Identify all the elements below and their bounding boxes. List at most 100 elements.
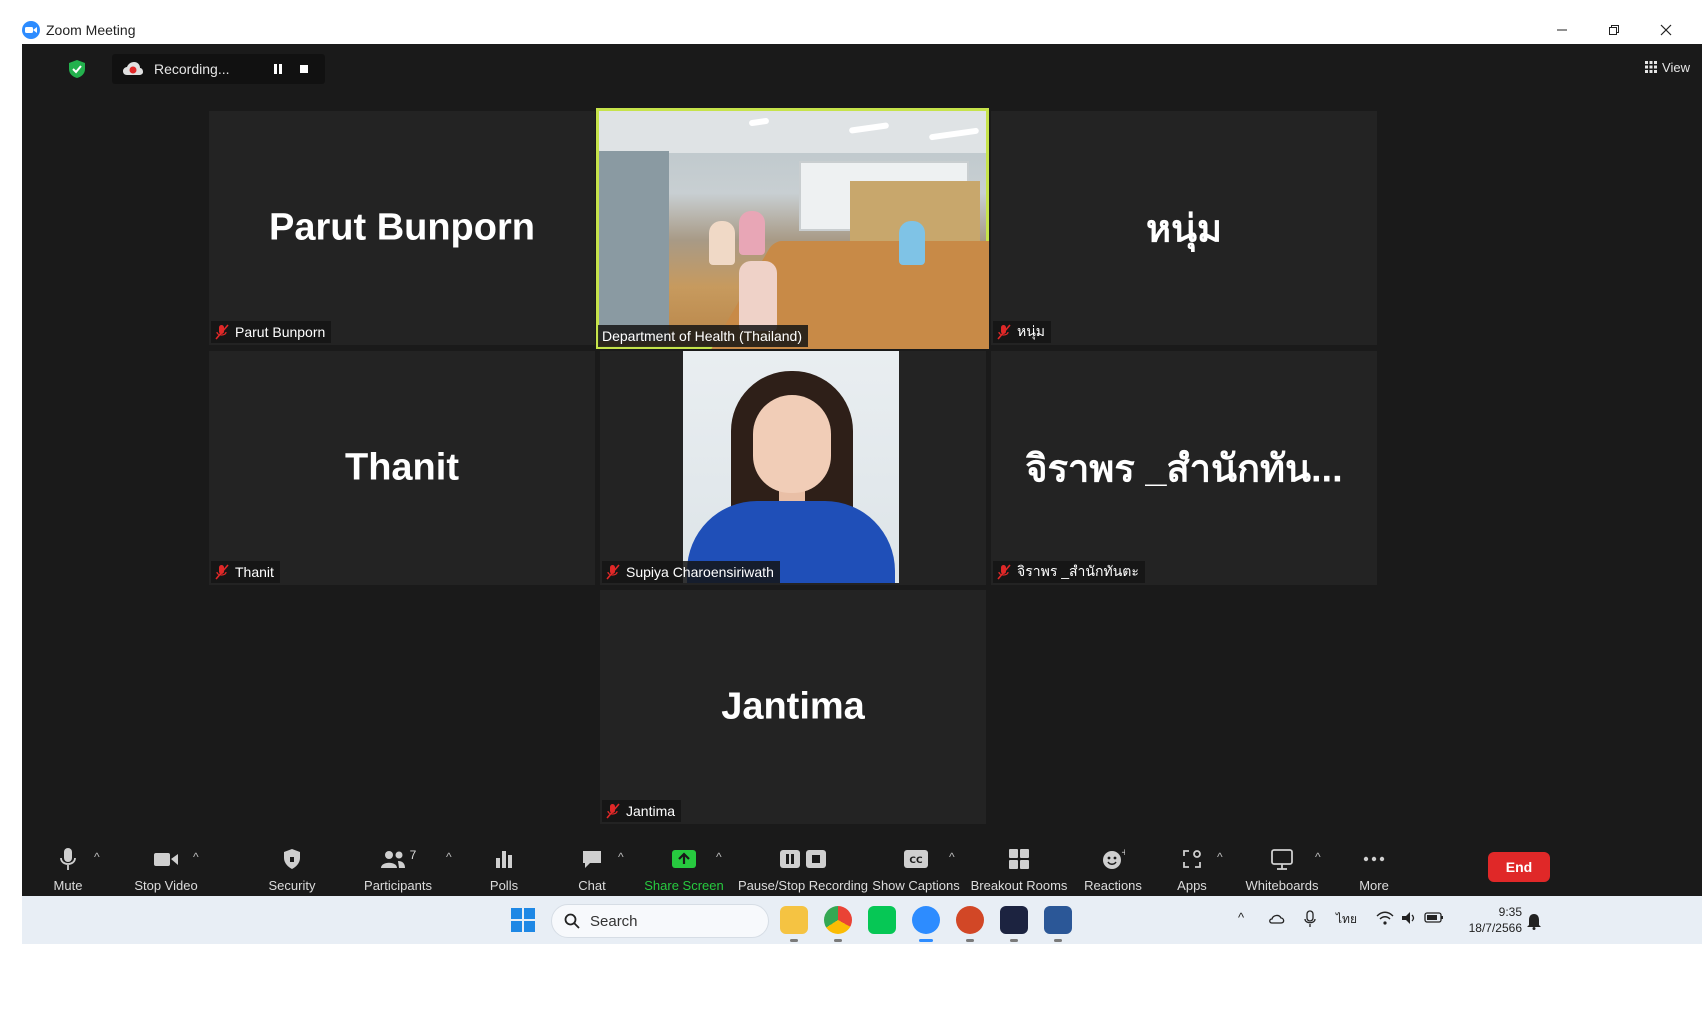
mic-muted-icon [606,803,620,819]
meeting-toolbar: Mute ^ Stop Video ^ Security 7 Participa… [22,836,1702,896]
more-button[interactable]: More [1354,836,1394,896]
participant-display-name: Thanit [345,446,459,489]
zoom-window: Zoom Meeting Recording... View Parut Bun… [0,0,1702,1024]
mute-button[interactable]: Mute [46,836,90,896]
participant-tile[interactable]: จิราพร _สำนักทัน... จิราพร _สำนักทันตะ [991,351,1377,585]
mic-muted-icon [606,564,620,580]
pause-recording-button[interactable] [267,58,289,80]
microphone-icon [60,848,76,870]
stop-recording-button[interactable] [293,58,315,80]
captions-options-chevron-icon[interactable]: ^ [949,850,955,864]
share-screen-button[interactable]: Share Screen [644,836,724,896]
participant-name-label: Supiya Charoensiriwath [626,564,774,580]
word-icon[interactable] [1044,906,1072,934]
polls-label: Polls [489,878,519,893]
video-camera-icon [154,853,178,866]
apps-options-chevron-icon[interactable]: ^ [1217,850,1223,864]
view-button[interactable]: View [1645,54,1690,80]
participant-tile[interactable]: หนุ่ม หนุ่ม [991,111,1377,345]
clock-time: 9:35 [1498,905,1522,919]
polls-button[interactable]: Polls [484,836,524,896]
whiteboards-button[interactable]: Whiteboards [1244,836,1320,896]
wifi-icon[interactable] [1376,910,1394,926]
participant-tile[interactable]: Supiya Charoensiriwath [600,351,986,585]
chrome-icon[interactable] [824,906,852,934]
file-explorer-icon[interactable] [780,906,808,934]
breakout-rooms-grid-icon [1009,849,1029,869]
participant-tile[interactable]: Thanit Thanit [209,351,595,585]
more-label: More [1359,878,1389,893]
svg-text:+: + [1121,848,1125,858]
participant-name-tag: Parut Bunporn [211,321,332,343]
participant-tile[interactable]: Parut Bunporn Parut Bunporn [209,111,595,345]
mic-muted-icon [997,324,1011,340]
participant-name-label: Department of Health (Thailand) [602,328,802,344]
input-language-indicator[interactable]: ไทย [1336,910,1357,929]
participant-name-tag: Department of Health (Thailand) [598,325,808,347]
grid-view-icon [1645,61,1658,73]
chat-label: Chat [578,878,606,893]
search-placeholder: Search [590,912,638,930]
whiteboards-options-chevron-icon[interactable]: ^ [1315,850,1321,864]
taskbar-search-box[interactable]: Search [551,904,769,938]
participant-name-label: Jantima [626,803,676,819]
close-button[interactable] [1640,16,1692,44]
pause-icon [274,64,283,74]
security-shield-icon [284,849,300,869]
audio-options-chevron-icon[interactable]: ^ [94,850,100,864]
close-icon [1660,24,1672,36]
share-options-chevron-icon[interactable]: ^ [716,850,722,864]
security-button[interactable]: Security [260,836,324,896]
tray-overflow-chevron-icon[interactable]: ^ [1238,910,1244,925]
svg-text:CC: CC [909,856,923,866]
participant-tile[interactable]: Jantima Jantima [600,590,986,824]
recording-indicator: Recording... [112,54,326,84]
mic-muted-icon [215,324,229,340]
minimize-button[interactable] [1536,16,1588,44]
tray-microphone-icon[interactable] [1304,910,1316,928]
search-icon [564,913,580,929]
apps-button[interactable]: Apps [1172,836,1212,896]
windows-start-button[interactable] [511,908,535,937]
mute-label: Mute [53,878,83,893]
notification-bell-icon[interactable] [1526,912,1542,930]
participant-display-name: Parut Bunporn [269,206,535,249]
chat-button[interactable]: Chat [572,836,612,896]
battery-icon[interactable] [1424,910,1444,924]
view-label: View [1662,59,1690,75]
stop-video-button[interactable]: Stop Video [126,836,206,896]
participants-button[interactable]: 7 Participants [360,836,436,896]
line-app-icon[interactable] [868,906,896,934]
taskbar-clock[interactable]: 9:35 18/7/2566 [1454,904,1522,936]
participant-name-tag: หนุ่ม [993,321,1052,343]
security-label: Security [268,878,316,893]
participant-name-tag: Thanit [211,561,280,583]
active-speaker-tile[interactable]: Department of Health (Thailand) [596,108,989,349]
stop-video-label: Stop Video [134,878,198,893]
powerpoint-icon[interactable] [956,906,984,934]
more-dots-icon [1363,856,1385,862]
minimize-icon [1557,29,1567,31]
participant-display-name: หนุ่ม [1145,208,1223,251]
chat-options-chevron-icon[interactable]: ^ [618,850,624,864]
onedrive-cloud-icon[interactable] [1268,910,1286,926]
video-options-chevron-icon[interactable]: ^ [193,850,199,864]
participant-name-label: Parut Bunporn [235,324,326,340]
participants-options-chevron-icon[interactable]: ^ [446,850,452,864]
window-title: Zoom Meeting [46,22,136,38]
stop-icon [300,65,309,73]
show-captions-button[interactable]: CC Show Captions [872,836,960,896]
encryption-shield-icon[interactable] [66,58,88,80]
stop-recording-icon [806,850,826,868]
pause-stop-recording-button[interactable]: Pause/Stop Recording [738,836,868,896]
breakout-rooms-button[interactable]: Breakout Rooms [971,836,1067,896]
end-meeting-button[interactable]: End [1488,852,1550,882]
reactions-button[interactable]: + Reactions [1082,836,1144,896]
windows-taskbar: Search ^ ไทย 9:35 18/7/2566 [22,896,1702,944]
participant-video [683,351,899,583]
mic-muted-icon [215,564,229,580]
zoom-taskbar-icon[interactable] [912,906,940,934]
volume-icon[interactable] [1400,910,1418,926]
restore-button[interactable] [1588,16,1640,44]
webex-icon[interactable] [1000,906,1028,934]
